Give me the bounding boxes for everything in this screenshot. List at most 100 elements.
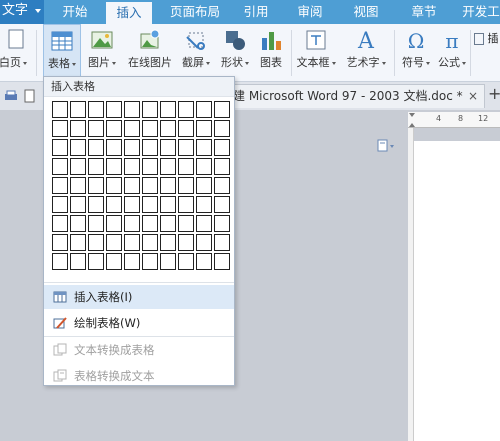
- tab-references[interactable]: 引用: [236, 0, 276, 24]
- table-grid-cell[interactable]: [178, 215, 194, 232]
- table-grid-cell[interactable]: [88, 101, 104, 118]
- tab-developer[interactable]: 开发工: [456, 0, 500, 24]
- table-grid-cell[interactable]: [214, 253, 230, 270]
- table-grid-cell[interactable]: [106, 177, 122, 194]
- table-grid-cell[interactable]: [214, 139, 230, 156]
- table-grid-cell[interactable]: [52, 234, 68, 251]
- document-page[interactable]: [414, 141, 500, 441]
- table-grid-cell[interactable]: [106, 215, 122, 232]
- table-grid-cell[interactable]: [88, 253, 104, 270]
- table-grid-cell[interactable]: [160, 120, 176, 137]
- tab-sections[interactable]: 章节: [402, 0, 446, 24]
- table-grid-cell[interactable]: [178, 196, 194, 213]
- table-grid-cell[interactable]: [106, 120, 122, 137]
- tab-review[interactable]: 审阅: [288, 0, 332, 24]
- table-grid-cell[interactable]: [178, 158, 194, 175]
- table-grid-cell[interactable]: [196, 101, 212, 118]
- shapes-button[interactable]: 形状: [217, 24, 253, 82]
- table-grid-cell[interactable]: [178, 139, 194, 156]
- chart-button[interactable]: 图表: [256, 24, 286, 82]
- table-grid-cell[interactable]: [214, 215, 230, 232]
- table-grid-cell[interactable]: [52, 215, 68, 232]
- table-grid-cell[interactable]: [88, 177, 104, 194]
- table-grid-cell[interactable]: [142, 101, 158, 118]
- formula-button[interactable]: π 公式: [436, 24, 468, 82]
- table-grid-cell[interactable]: [142, 215, 158, 232]
- table-grid-cell[interactable]: [106, 253, 122, 270]
- table-grid-cell[interactable]: [70, 253, 86, 270]
- table-grid-cell[interactable]: [106, 101, 122, 118]
- table-grid-cell[interactable]: [70, 196, 86, 213]
- table-grid-cell[interactable]: [106, 158, 122, 175]
- table-grid-cell[interactable]: [70, 177, 86, 194]
- table-grid-cell[interactable]: [142, 234, 158, 251]
- table-grid-cell[interactable]: [52, 120, 68, 137]
- table-grid-cell[interactable]: [196, 215, 212, 232]
- wordart-button[interactable]: A 艺术字: [341, 24, 391, 82]
- draw-table-item[interactable]: 绘制表格(W): [44, 311, 234, 335]
- tab-view[interactable]: 视图: [344, 0, 388, 24]
- table-grid-cell[interactable]: [88, 196, 104, 213]
- table-grid-cell[interactable]: [124, 120, 140, 137]
- table-grid-cell[interactable]: [196, 120, 212, 137]
- table-grid-cell[interactable]: [124, 234, 140, 251]
- table-grid-cell[interactable]: [214, 120, 230, 137]
- table-grid-cell[interactable]: [178, 234, 194, 251]
- insert-table-item[interactable]: 插入表格(I): [44, 285, 234, 309]
- app-menu-button[interactable]: 文字: [0, 0, 44, 24]
- table-grid-cell[interactable]: [70, 158, 86, 175]
- table-grid-cell[interactable]: [142, 120, 158, 137]
- picture-button[interactable]: 图片: [84, 24, 120, 82]
- table-grid-cell[interactable]: [52, 177, 68, 194]
- table-grid-cell[interactable]: [124, 139, 140, 156]
- table-grid-cell[interactable]: [160, 139, 176, 156]
- table-grid-cell[interactable]: [52, 139, 68, 156]
- table-button[interactable]: 表格: [43, 24, 81, 82]
- print-preview-icon[interactable]: [24, 89, 36, 103]
- table-grid-cell[interactable]: [52, 253, 68, 270]
- table-grid-cell[interactable]: [214, 158, 230, 175]
- table-grid-cell[interactable]: [70, 215, 86, 232]
- table-grid-cell[interactable]: [178, 120, 194, 137]
- screenshot-button[interactable]: 截屏: [178, 24, 214, 82]
- print-icon[interactable]: [4, 90, 18, 102]
- table-grid-cell[interactable]: [160, 253, 176, 270]
- table-grid-cell[interactable]: [178, 101, 194, 118]
- table-grid-cell[interactable]: [214, 177, 230, 194]
- table-grid-cell[interactable]: [124, 101, 140, 118]
- table-grid-cell[interactable]: [196, 196, 212, 213]
- table-grid-cell[interactable]: [160, 215, 176, 232]
- table-grid-cell[interactable]: [178, 253, 194, 270]
- table-grid-cell[interactable]: [196, 177, 212, 194]
- table-grid-cell[interactable]: [88, 158, 104, 175]
- table-grid-cell[interactable]: [52, 196, 68, 213]
- table-grid-cell[interactable]: [142, 158, 158, 175]
- table-grid-cell[interactable]: [196, 139, 212, 156]
- table-grid-cell[interactable]: [88, 234, 104, 251]
- table-grid-cell[interactable]: [214, 196, 230, 213]
- table-grid-cell[interactable]: [88, 120, 104, 137]
- symbol-button[interactable]: Ω 符号: [398, 24, 434, 82]
- textbox-button[interactable]: 文本框: [294, 24, 338, 82]
- table-grid-cell[interactable]: [70, 101, 86, 118]
- table-grid-cell[interactable]: [214, 101, 230, 118]
- table-grid-cell[interactable]: [160, 101, 176, 118]
- table-grid-cell[interactable]: [196, 234, 212, 251]
- tab-home[interactable]: 开始: [54, 0, 96, 24]
- table-grid-cell[interactable]: [52, 101, 68, 118]
- table-size-grid[interactable]: [52, 101, 230, 270]
- table-grid-cell[interactable]: [214, 234, 230, 251]
- table-grid-cell[interactable]: [88, 215, 104, 232]
- table-grid-cell[interactable]: [124, 196, 140, 213]
- table-grid-cell[interactable]: [106, 139, 122, 156]
- table-grid-cell[interactable]: [160, 177, 176, 194]
- table-grid-cell[interactable]: [124, 158, 140, 175]
- table-grid-cell[interactable]: [160, 158, 176, 175]
- new-tab-button[interactable]: +: [488, 84, 500, 103]
- table-grid-cell[interactable]: [52, 158, 68, 175]
- table-grid-cell[interactable]: [124, 253, 140, 270]
- table-grid-cell[interactable]: [160, 234, 176, 251]
- online-picture-button[interactable]: 在线图片: [124, 24, 176, 82]
- table-grid-cell[interactable]: [70, 120, 86, 137]
- table-grid-cell[interactable]: [124, 177, 140, 194]
